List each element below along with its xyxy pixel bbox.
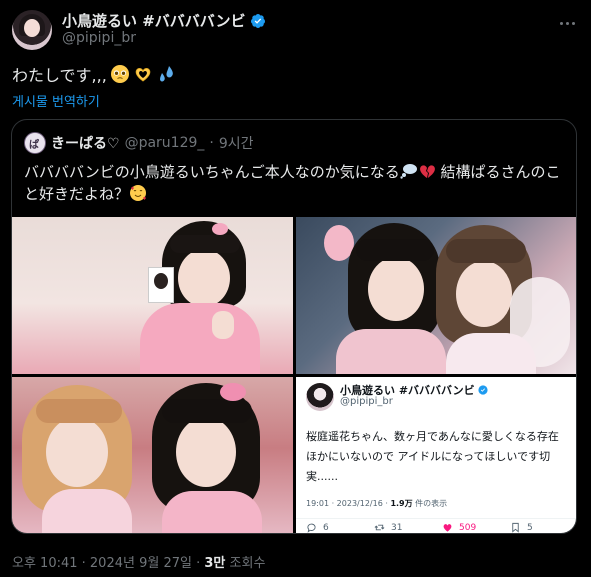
card-replies: 6 xyxy=(323,522,329,533)
quote-separator: · xyxy=(209,135,214,151)
quoted-tweet[interactable]: ぱ きーぱる♡ @paru129_ · 9시간 ババババンビの小鳥遊るいちゃんご… xyxy=(11,119,577,534)
card-verified-badge-icon xyxy=(478,385,488,395)
quote-time[interactable]: 9시간 xyxy=(219,133,254,153)
quote-author-avatar[interactable]: ぱ xyxy=(24,132,46,154)
quote-text-line2: と好きだよね？ xyxy=(24,185,130,203)
card-handle: @pipipi_br xyxy=(340,396,393,407)
like-heart-icon xyxy=(443,524,452,532)
sweat-droplets-emoji-icon xyxy=(159,66,173,82)
quote-header: ぱ きーぱる♡ @paru129_ · 9시간 xyxy=(24,132,254,154)
media-photo-4-tweet-screenshot[interactable]: 小鳥遊るい #ババババンビ @pipipi_br 桜庭遥花ちゃん、数ヶ月であんな… xyxy=(296,377,576,533)
card-text: 桜庭遥花ちゃん、数ヶ月であんなに愛しくなる存在ほかにいないので アイドルになって… xyxy=(306,430,559,483)
media-photo-1[interactable] xyxy=(12,217,293,374)
post-timestamp[interactable]: 오후 10:41 · 2024년 9월 27일 · xyxy=(12,556,200,571)
card-repost: 31 xyxy=(374,522,402,533)
smiling-face-hearts-emoji-icon xyxy=(130,185,147,201)
card-meta: 19:01 · 2023/12/16 · 1.9万 件の表示 xyxy=(306,498,447,509)
card-like: 509 xyxy=(442,522,476,533)
media-photo-3[interactable] xyxy=(12,377,293,533)
heart-hands-emoji-icon xyxy=(135,68,151,82)
media-photo-2[interactable] xyxy=(296,217,576,374)
author-handle[interactable]: @pipipi_br xyxy=(62,30,136,46)
card-views-count: 1.9万 xyxy=(390,499,413,508)
quote-display-name[interactable]: きーぱる♡ xyxy=(51,133,120,153)
author-display-name[interactable]: 小鳥遊るい #ババババンビ xyxy=(62,10,246,31)
repost-icon xyxy=(374,524,385,531)
thought-balloon-emoji-icon xyxy=(400,164,417,179)
translate-post-link[interactable]: 게시물 번역하기 xyxy=(12,91,100,110)
card-bookmarks: 5 xyxy=(527,522,533,533)
verified-badge-icon xyxy=(250,13,265,28)
quote-text-line1b: 結構ぱるさんのこ xyxy=(435,163,561,181)
views-label: 조회수 xyxy=(229,556,266,571)
card-reposts: 31 xyxy=(391,522,403,533)
card-reply: 6 xyxy=(306,522,329,533)
quote-handle[interactable]: @paru129_ xyxy=(125,135,205,151)
tweet-header: 小鳥遊るい #ババババンビ @pipipi_br xyxy=(12,8,579,52)
author-avatar[interactable] xyxy=(12,10,52,50)
card-time: 19:01 · 2023/12/16 · xyxy=(306,499,388,508)
card-likes: 509 xyxy=(459,522,477,533)
card-views-label: 件の表示 xyxy=(415,499,448,508)
more-options-icon[interactable] xyxy=(555,14,579,32)
views-count: 3만 xyxy=(204,556,226,571)
card-author-avatar xyxy=(306,383,334,411)
card-bookmark: 5 xyxy=(510,522,533,533)
quote-text: ババババンビの小鳥遊るいちゃんご本人なのか気になる 結構ぱるさんのこ と好きだよ… xyxy=(24,161,569,205)
author-name-row[interactable]: 小鳥遊るい #ババババンビ xyxy=(62,10,266,31)
tweet-text-body: わたしです,,, xyxy=(12,66,107,85)
tweet-footer: 오후 10:41 · 2024년 9월 27일 · 3만 조회수 xyxy=(12,552,265,571)
card-actions: 6 31 509 5 xyxy=(296,518,576,533)
reply-icon xyxy=(307,523,316,533)
media-grid: 小鳥遊るい #ババババンビ @pipipi_br 桜庭遥花ちゃん、数ヶ月であんな… xyxy=(12,217,576,533)
tweet-text: わたしです,,, xyxy=(12,62,176,86)
quote-text-line1: ババババンビの小鳥遊るいちゃんご本人なのか気になる xyxy=(24,163,400,181)
pleading-face-emoji-icon xyxy=(110,65,129,83)
broken-heart-emoji-icon xyxy=(419,165,435,178)
bookmark-icon xyxy=(512,522,519,533)
